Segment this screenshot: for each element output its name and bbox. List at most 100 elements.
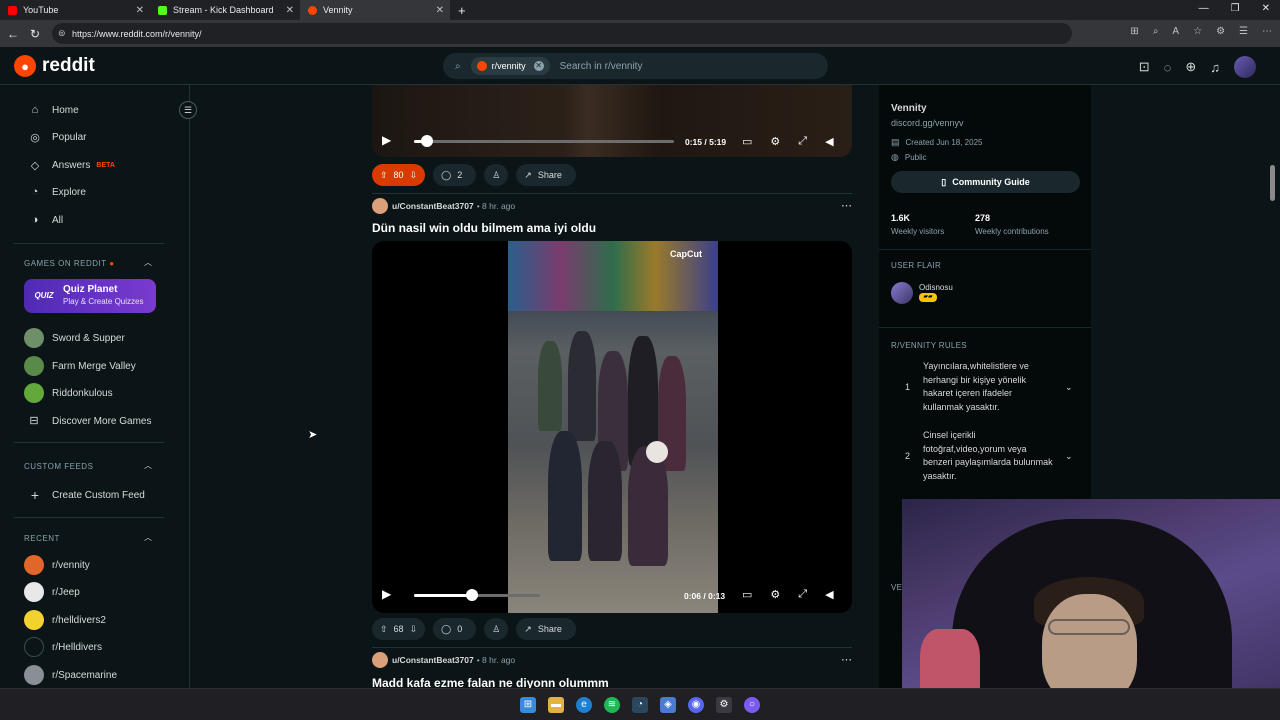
search-bar[interactable]: ⌕ r/vennity ✕ Search in r/vennity [443, 53, 828, 79]
game-item[interactable]: Sword & Supper [24, 328, 125, 348]
comments-button[interactable]: ◯ 0 [433, 618, 477, 640]
play-icon[interactable]: ▶ [382, 587, 391, 601]
app-icon[interactable]: ◈ [660, 696, 676, 713]
rule-item[interactable]: 1 Yayıncılara,whitelistlere ve herhangi … [891, 360, 1081, 418]
video-progress[interactable] [414, 589, 540, 601]
favorites-icon[interactable]: ☰ [1239, 26, 1248, 37]
collapse-sidebar-button[interactable]: ☰ [179, 101, 197, 119]
sidebar-item-explore[interactable]: ◔ Explore [28, 186, 86, 198]
quiz-planet-card[interactable]: QUIZ Quiz Planet Play & Create Quizzes [24, 279, 156, 313]
apps-icon[interactable]: ⊞ [1130, 26, 1138, 37]
rule-item[interactable]: 2 Cinsel içerikli fotoğraf,video,yorum v… [891, 429, 1081, 487]
create-post-icon[interactable]: ⊕ [1185, 59, 1196, 75]
settings-icon[interactable]: ⚙ [770, 135, 780, 148]
fullscreen-icon[interactable]: ⤢ [798, 135, 807, 148]
upvote-icon[interactable]: ⇧ [380, 170, 388, 181]
reload-icon[interactable]: ↻ [24, 27, 46, 41]
reddit-logo[interactable]: ● reddit [14, 55, 95, 77]
sidebar-item-popular[interactable]: ◎ Popular [28, 131, 86, 144]
url-field[interactable]: ⊜ https://www.reddit.com/r/vennity/ [52, 23, 1072, 44]
more-options-icon[interactable]: ⋯ [841, 653, 852, 666]
captions-icon[interactable]: ▭ [742, 135, 752, 148]
avatar[interactable] [1234, 56, 1256, 78]
advertise-icon[interactable]: ⊡ [1139, 59, 1150, 75]
edge-icon[interactable]: e [576, 696, 592, 713]
settings-icon[interactable]: ⚙ [716, 696, 732, 713]
post-title[interactable]: Madd kafa ezme falan ne diyonn olummm [372, 676, 609, 688]
close-icon[interactable]: ✕ [286, 5, 294, 16]
spotify-icon[interactable]: ≋ [604, 696, 620, 713]
clear-chip-icon[interactable]: ✕ [533, 61, 544, 71]
community-link[interactable]: discord.gg/vennyv [891, 118, 964, 128]
discord-icon[interactable]: ◉ [688, 696, 704, 713]
scrollbar[interactable] [1270, 165, 1275, 201]
tab-kick[interactable]: Stream - Kick Dashboard ✕ [150, 0, 300, 20]
post-title[interactable]: Dün nasil win oldu bilmem ama iyi oldu [372, 221, 596, 235]
more-icon[interactable]: ⋯ [1262, 26, 1272, 37]
close-icon[interactable]: ✕ [136, 5, 144, 16]
subreddit-chip[interactable]: r/vennity ✕ [470, 57, 550, 75]
downvote-icon[interactable]: ⇩ [410, 624, 418, 635]
recent-item[interactable]: r/Jeep [24, 582, 80, 602]
downvote-icon[interactable]: ⇩ [410, 170, 418, 181]
create-custom-feed[interactable]: + Create Custom Feed [28, 487, 145, 503]
sidebar-item-answers[interactable]: ◇ Answers BETA [28, 159, 115, 172]
back-icon[interactable]: ← [2, 27, 24, 41]
chevron-up-icon[interactable]: ︿ [144, 532, 152, 543]
recent-heading[interactable]: RECENT [24, 534, 60, 543]
captions-icon[interactable]: ▭ [742, 588, 752, 601]
games-heading[interactable]: GAMES ON REDDIT ● [24, 259, 115, 268]
award-button[interactable]: ♙ [484, 618, 509, 640]
zoom-icon[interactable]: ⌕ [1153, 26, 1159, 37]
close-window-icon[interactable]: ✕ [1262, 3, 1270, 14]
recent-item[interactable]: r/vennity [24, 555, 90, 575]
video-player[interactable]: CapCut ▶ 0:06 / 0:13 ▭ ⚙ ⤢ ◀ [372, 241, 852, 613]
close-icon[interactable]: ✕ [436, 5, 444, 16]
file-explorer-icon[interactable]: ▬ [548, 696, 564, 713]
community-guide-button[interactable]: ▯ Community Guide [891, 171, 1080, 193]
new-tab-button[interactable]: + [458, 3, 466, 18]
volume-icon[interactable]: ◀ [825, 588, 833, 601]
chat-icon[interactable]: ◌ [1164, 60, 1172, 75]
game-item[interactable]: Farm Merge Valley [24, 356, 136, 376]
upvote-icon[interactable]: ⇧ [380, 624, 388, 635]
favorite-icon[interactable]: ☆ [1193, 26, 1202, 37]
chevron-up-icon[interactable]: ︿ [144, 257, 152, 268]
discover-games[interactable]: ⊟ Discover More Games [24, 411, 151, 431]
start-icon[interactable]: ⊞ [520, 696, 536, 713]
video-progress[interactable] [414, 135, 674, 147]
share-button[interactable]: ↗ Share [516, 164, 576, 186]
custom-feeds-heading[interactable]: CUSTOM FEEDS [24, 462, 93, 471]
tab-youtube[interactable]: YouTube ✕ [0, 0, 150, 20]
tab-vennity[interactable]: Vennity ✕ [300, 0, 450, 20]
chevron-down-icon[interactable]: ⌄ [1065, 382, 1073, 393]
video-player[interactable]: ▶ 0:15 / 5:19 ▭ ⚙ ⤢ ◀ [372, 85, 852, 157]
award-button[interactable]: ♙ [484, 164, 509, 186]
search-input[interactable]: Search in r/vennity [560, 61, 643, 72]
obs-icon[interactable]: ○ [744, 696, 760, 713]
play-icon[interactable]: ▶ [382, 133, 391, 147]
recent-item[interactable]: r/Spacemarine [24, 665, 117, 685]
maximize-icon[interactable]: ❐ [1231, 3, 1240, 14]
more-options-icon[interactable]: ⋯ [841, 199, 852, 212]
game-item[interactable]: Riddonkulous [24, 383, 113, 403]
chevron-down-icon[interactable]: ⌄ [1065, 451, 1073, 462]
chevron-up-icon[interactable]: ︿ [144, 460, 152, 471]
fullscreen-icon[interactable]: ⤢ [798, 588, 807, 601]
sidebar-item-home[interactable]: ⌂ Home [28, 104, 79, 116]
post-author[interactable]: u/ConstantBeat3707 [392, 655, 474, 665]
avatar[interactable] [372, 198, 388, 214]
scrub-handle[interactable] [421, 135, 433, 147]
comments-button[interactable]: ◯ 2 [433, 164, 477, 186]
recent-item[interactable]: r/Helldivers [24, 637, 102, 657]
recent-item[interactable]: r/helldivers2 [24, 610, 106, 630]
settings-icon[interactable]: ⚙ [770, 588, 780, 601]
extensions-icon[interactable]: ⚙ [1216, 26, 1225, 37]
steam-icon[interactable]: ◔ [632, 696, 648, 713]
sidebar-item-all[interactable]: ◑ All [28, 214, 63, 226]
scrub-handle[interactable] [465, 589, 478, 601]
minimize-icon[interactable]: — [1199, 3, 1209, 14]
share-button[interactable]: ↗ Share [516, 618, 576, 640]
notifications-icon[interactable]: ♫ [1210, 60, 1220, 75]
post-author[interactable]: u/ConstantBeat3707 [392, 201, 474, 211]
